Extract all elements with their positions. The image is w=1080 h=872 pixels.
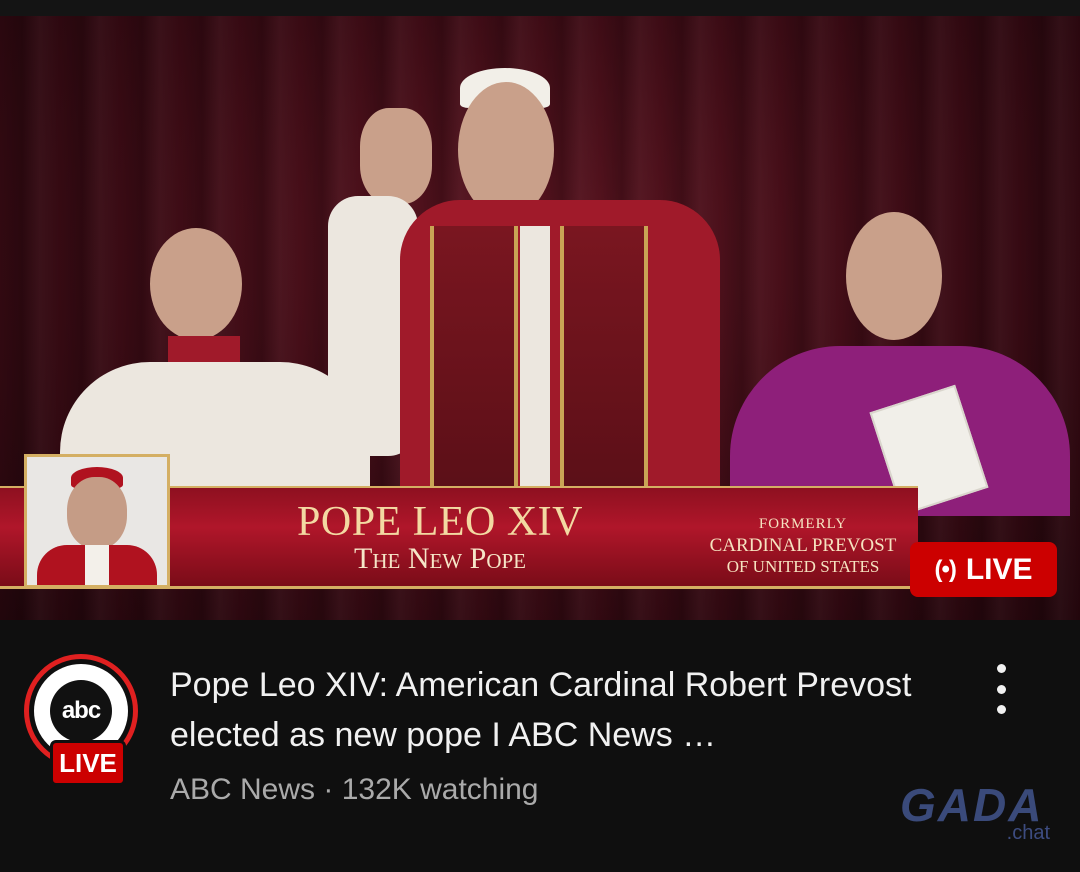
watermark-sub: .chat: [1006, 822, 1050, 844]
caption-line-3: OF UNITED STATES: [726, 557, 880, 576]
lower-third-title: POPE LEO XIV: [297, 499, 583, 545]
avatar-live-badge: LIVE: [50, 740, 126, 786]
live-label: LIVE: [965, 552, 1033, 586]
video-meta: ABC News · 132K watching: [170, 773, 539, 806]
portrait-inset: [24, 454, 170, 588]
abc-logo: abc: [50, 680, 112, 742]
broadcast-icon: (•): [934, 555, 956, 583]
caption-line-1: FORMERLY: [758, 516, 848, 532]
watermark-logo: GADA .chat: [900, 780, 1050, 844]
live-button[interactable]: (•) LIVE: [910, 542, 1057, 597]
status-bar: [0, 0, 1080, 16]
lower-third-subtitle: The New Pope: [354, 542, 526, 575]
more-options-icon[interactable]: [984, 664, 1018, 714]
video-title[interactable]: Pope Leo XIV: American Cardinal Robert P…: [170, 660, 960, 760]
lower-third-caption: FORMERLY CARDINAL PREVOST OF UNITED STAT…: [690, 514, 916, 577]
caption-line-2: CARDINAL PREVOST: [709, 535, 897, 556]
